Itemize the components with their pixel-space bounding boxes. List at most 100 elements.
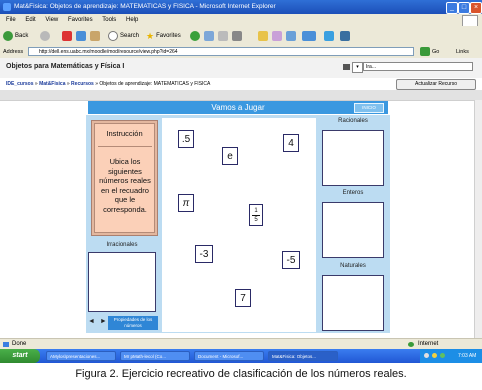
number-card[interactable]: -3 xyxy=(195,245,213,263)
links-button[interactable]: Links xyxy=(456,46,469,58)
number-card[interactable]: π xyxy=(178,194,194,212)
forward-arrow-icon xyxy=(40,31,50,41)
menu-bar: File Edit View Favorites Tools Help xyxy=(0,14,482,27)
game-navigation: ◄ ► xyxy=(88,318,107,325)
menu-tools[interactable]: Tools xyxy=(102,17,116,23)
menu-favorites[interactable]: Favorites xyxy=(68,17,93,23)
previous-arrow-icon[interactable]: ◄ xyxy=(88,318,95,325)
start-button[interactable]: INICIO xyxy=(354,103,384,113)
print-icon[interactable] xyxy=(232,31,242,41)
search-icon xyxy=(108,31,118,41)
naturals-drop-zone[interactable] xyxy=(322,275,384,331)
url-field[interactable]: http://dell.ens.uabc.mx/moodle/mod/resou… xyxy=(28,47,414,56)
menu-file[interactable]: File xyxy=(6,17,16,23)
fraction-numerator: 1 xyxy=(252,207,260,216)
course-title: Objetos para Matemáticas y Física I xyxy=(6,63,125,70)
figure-caption: Figura 2. Ejercicio recreativo de clasif… xyxy=(75,368,407,380)
jump-to-select[interactable]: Ira... xyxy=(363,62,473,71)
properties-button[interactable]: Propiedades de los números xyxy=(108,316,158,330)
printer-icon[interactable] xyxy=(343,64,350,70)
go-arrow-icon[interactable] xyxy=(420,47,430,56)
next-arrow-icon[interactable]: ► xyxy=(100,318,107,325)
back-arrow-icon xyxy=(3,31,13,41)
forward-button[interactable] xyxy=(40,29,50,43)
search-label: Search xyxy=(120,33,140,39)
integers-drop-zone[interactable] xyxy=(322,202,384,258)
address-bar: Address http://dell.ens.uabc.mx/moodle/m… xyxy=(0,46,482,58)
breadcrumb-current: Objetos de aprendizaje: MATEMATICAS y FI… xyxy=(99,81,211,87)
fraction-denominator: 5 xyxy=(254,217,258,223)
taskbar-item[interactable]: Document - Microsof... xyxy=(194,351,264,361)
address-label: Address xyxy=(3,49,24,55)
maximize-button[interactable]: □ xyxy=(458,2,470,14)
resource-frame-header xyxy=(0,90,482,101)
tray-icon[interactable] xyxy=(440,353,445,358)
menu-view[interactable]: View xyxy=(45,17,58,23)
integers-label: Enteros xyxy=(342,190,364,196)
breadcrumb-sep: » xyxy=(95,81,99,87)
clock: 7:03 AM xyxy=(458,353,477,359)
taskbar-item[interactable]: AMylos\presentaciones... xyxy=(46,351,116,361)
instruction-title: Instrucción xyxy=(106,129,143,138)
go-button[interactable]: Go xyxy=(432,46,439,58)
number-card[interactable]: e xyxy=(222,147,238,165)
game-header: Vamos a Jugar INICIO xyxy=(88,101,388,114)
tools-icon[interactable] xyxy=(324,31,334,41)
search-button[interactable]: Search xyxy=(108,29,139,43)
breadcrumb-course[interactable]: Mat&Fisica xyxy=(39,81,65,87)
number-card[interactable]: 7 xyxy=(235,289,251,307)
number-card[interactable]: -5 xyxy=(282,251,300,269)
number-cards-area: .5 4 e π 1 5 -3 -5 7 xyxy=(162,118,316,332)
mail-icon[interactable] xyxy=(218,31,228,41)
taskbar: start AMylos\presentaciones... Mr pMath-… xyxy=(0,349,482,363)
fraction-card[interactable]: 1 5 xyxy=(249,204,263,226)
refresh-icon[interactable] xyxy=(76,31,86,41)
menu-help[interactable]: Help xyxy=(126,17,138,23)
history-icon[interactable] xyxy=(204,31,214,41)
folder-icon[interactable] xyxy=(258,31,268,41)
naturals-label: Naturales xyxy=(340,263,366,269)
research-icon[interactable] xyxy=(302,31,316,41)
instruction-divider xyxy=(98,146,152,147)
media-icon[interactable] xyxy=(190,31,200,41)
breadcrumb-resources[interactable]: Recursos xyxy=(71,81,94,87)
translate-icon[interactable] xyxy=(340,31,350,41)
start-button-taskbar[interactable]: start xyxy=(0,349,40,363)
game-title: Vamos a Jugar xyxy=(211,103,265,112)
vertical-scrollbar[interactable] xyxy=(474,100,482,338)
stop-icon[interactable] xyxy=(62,31,72,41)
tray-icon[interactable] xyxy=(432,353,437,358)
jump-button[interactable]: ▾ xyxy=(352,62,363,73)
breadcrumb-sep: » xyxy=(66,81,70,87)
update-resource-button[interactable]: Actualizar Recurso xyxy=(396,79,476,90)
close-button[interactable]: × xyxy=(470,2,482,14)
taskbar-item[interactable]: Mr pMath-lecol (Co... xyxy=(120,351,190,361)
ie-icon xyxy=(3,3,11,11)
browser-toolbar: Back Search ★ Favorites xyxy=(0,26,482,47)
internet-zone-icon xyxy=(408,342,414,347)
system-tray: 7:03 AM xyxy=(420,349,482,363)
window-title: Mat&Fisica: Objetos de aprendizaje: MATE… xyxy=(14,3,276,10)
favorites-button[interactable]: ★ Favorites xyxy=(146,29,181,43)
window-titlebar: Mat&Fisica: Objetos de aprendizaje: MATE… xyxy=(0,0,482,14)
back-button[interactable]: Back xyxy=(3,29,28,43)
page-icon xyxy=(3,342,9,347)
course-header: Objetos para Matemáticas y Física I ▾ Ir… xyxy=(0,58,482,79)
breadcrumb-home[interactable]: IDE_cursos xyxy=(6,81,34,87)
home-icon[interactable] xyxy=(90,31,100,41)
breadcrumb-sep: » xyxy=(34,81,38,87)
messenger-icon[interactable] xyxy=(286,31,296,41)
rationals-label: Racionales xyxy=(338,118,368,124)
rationals-drop-zone[interactable] xyxy=(322,130,384,186)
tray-icon[interactable] xyxy=(424,353,429,358)
back-label: Back xyxy=(15,33,29,39)
taskbar-item-active[interactable]: Mat&Fisica: Objetos... xyxy=(268,351,338,361)
number-card[interactable]: 4 xyxy=(283,134,299,152)
star-icon: ★ xyxy=(146,31,155,41)
menu-edit[interactable]: Edit xyxy=(25,17,35,23)
number-card[interactable]: .5 xyxy=(178,130,194,148)
irrationals-drop-zone[interactable] xyxy=(88,252,156,312)
favorites-label: Favorites xyxy=(156,33,181,39)
minimize-button[interactable]: _ xyxy=(446,2,458,14)
edit-icon[interactable] xyxy=(272,31,282,41)
